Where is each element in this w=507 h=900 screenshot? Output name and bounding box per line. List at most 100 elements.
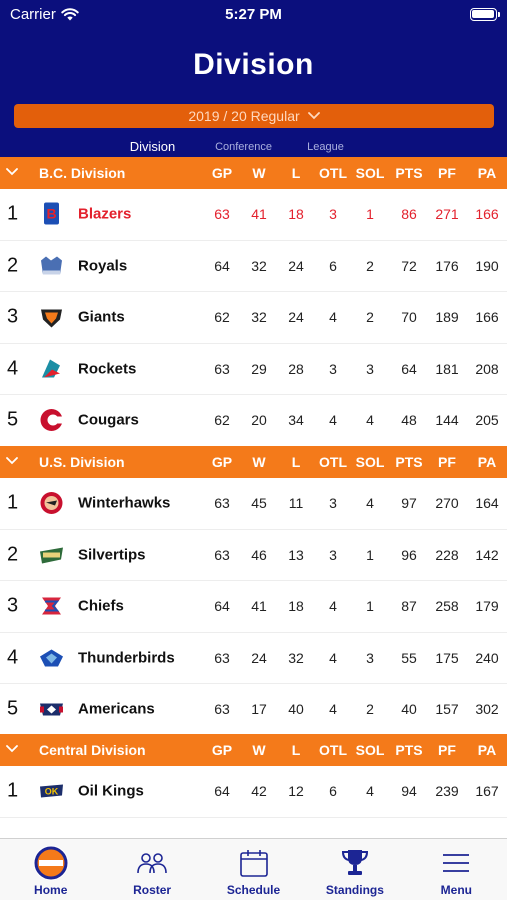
team-row[interactable]: 2 Silvertips 63 46 13 3 1 96 228 142 — [0, 529, 507, 581]
column-header-gp[interactable]: GP — [202, 165, 242, 181]
stat-l: 24 — [288, 309, 304, 326]
column-header-l[interactable]: L — [276, 742, 316, 758]
tabbar-standings[interactable]: Standings — [304, 839, 405, 900]
stat-pf: 270 — [435, 495, 459, 512]
stat-pf: 258 — [435, 598, 459, 615]
stat-gp: 62 — [214, 309, 230, 326]
tab-division[interactable]: Division — [116, 139, 190, 159]
column-header-otl[interactable]: OTL — [313, 165, 353, 181]
column-header-w[interactable]: W — [239, 165, 279, 181]
team-name: Royals — [78, 257, 128, 275]
americans-logo-icon — [40, 703, 63, 716]
column-header-l[interactable]: L — [276, 165, 316, 181]
stat-pts: 64 — [401, 360, 417, 377]
column-header-pa[interactable]: PA — [467, 454, 507, 470]
column-header-pf[interactable]: PF — [427, 454, 467, 470]
stat-otl: 6 — [329, 783, 337, 800]
stat-gp: 63 — [214, 546, 230, 563]
column-header-sol[interactable]: SOL — [350, 742, 390, 758]
tab-conference[interactable]: Conference — [190, 139, 298, 157]
column-header-pts[interactable]: PTS — [389, 454, 429, 470]
team-row[interactable]: 5 Cougars 62 20 34 4 4 48 144 205 — [0, 395, 507, 447]
stat-w: 17 — [251, 701, 267, 718]
column-header-pf[interactable]: PF — [427, 742, 467, 758]
stat-pf: 189 — [435, 309, 459, 326]
stat-pa: 164 — [475, 495, 499, 512]
column-header-otl[interactable]: OTL — [313, 454, 353, 470]
team-rank: 3 — [7, 305, 19, 328]
stat-l: 18 — [288, 598, 304, 615]
silvertips-logo-icon — [40, 547, 63, 564]
tab-bar: Home Roster Schedule Standings Menu — [0, 838, 507, 900]
division-name: Central Division — [39, 742, 146, 758]
tabbar-home[interactable]: Home — [0, 839, 101, 900]
column-header-pts[interactable]: PTS — [389, 742, 429, 758]
stat-pa: 167 — [475, 783, 499, 800]
stat-pa: 240 — [475, 649, 499, 666]
team-row[interactable]: 3 Giants 62 32 24 4 2 70 189 166 — [0, 292, 507, 344]
stat-pf: 176 — [435, 257, 459, 274]
division-header[interactable]: B.C. Division GP W L OTL SOL PTS PF PA — [0, 157, 507, 189]
column-header-sol[interactable]: SOL — [350, 165, 390, 181]
tabbar-roster-label: Roster — [133, 883, 172, 897]
column-header-pts[interactable]: PTS — [389, 165, 429, 181]
royals-logo-icon — [41, 256, 62, 275]
column-header-w[interactable]: W — [239, 454, 279, 470]
stat-pts: 55 — [401, 649, 417, 666]
stat-pts: 40 — [401, 701, 417, 718]
stat-pf: 144 — [435, 412, 459, 429]
tabbar-menu-label: Menu — [440, 883, 472, 897]
tabbar-roster[interactable]: Roster — [101, 839, 202, 900]
tabbar-schedule[interactable]: Schedule — [203, 839, 304, 900]
team-row[interactable]: 1 B Blazers 63 41 18 3 1 86 271 166 — [0, 189, 507, 241]
stat-pf: 181 — [435, 360, 459, 377]
season-dropdown[interactable]: 2019 / 20 Regular — [14, 104, 494, 128]
team-row[interactable]: 1 Winterhawks 63 45 11 3 4 97 270 164 — [0, 478, 507, 530]
division-header[interactable]: Central Division GP W L OTL SOL PTS PF PA — [0, 734, 507, 766]
stat-l: 18 — [288, 206, 304, 223]
stat-otl: 3 — [329, 360, 337, 377]
roster-icon — [137, 853, 167, 874]
wifi-icon — [61, 7, 79, 20]
stat-sol: 3 — [366, 360, 374, 377]
stat-pa: 142 — [475, 546, 499, 563]
team-row[interactable]: 3 Chiefs 64 41 18 4 1 87 258 179 — [0, 581, 507, 633]
menu-icon — [443, 854, 470, 872]
team-row[interactable]: 1 OK Oil Kings 64 42 12 6 4 94 239 167 — [0, 766, 507, 818]
stat-l: 11 — [288, 495, 304, 512]
division-header[interactable]: U.S. Division GP W L OTL SOL PTS PF PA — [0, 446, 507, 478]
team-rank: 5 — [7, 697, 19, 720]
tab-league[interactable]: League — [298, 139, 354, 157]
team-rank: 4 — [7, 357, 19, 380]
team-row[interactable]: 5 Americans 63 17 40 4 2 40 157 302 — [0, 684, 507, 736]
column-header-otl[interactable]: OTL — [313, 742, 353, 758]
team-rank: 3 — [7, 594, 19, 617]
team-row[interactable]: 2 Royals 64 32 24 6 2 72 176 190 — [0, 240, 507, 292]
stat-sol: 4 — [366, 412, 374, 429]
column-header-l[interactable]: L — [276, 454, 316, 470]
stat-l: 12 — [288, 783, 304, 800]
column-header-pa[interactable]: PA — [467, 165, 507, 181]
division-name: U.S. Division — [39, 454, 125, 470]
column-header-pa[interactable]: PA — [467, 742, 507, 758]
stat-sol: 2 — [366, 701, 374, 718]
team-name: Silvertips — [78, 546, 146, 564]
column-header-gp[interactable]: GP — [202, 742, 242, 758]
column-header-w[interactable]: W — [239, 742, 279, 758]
stat-pts: 70 — [401, 309, 417, 326]
column-header-sol[interactable]: SOL — [350, 454, 390, 470]
stat-l: 28 — [288, 360, 304, 377]
team-row[interactable]: 4 Thunderbirds 63 24 32 4 3 55 175 240 — [0, 632, 507, 684]
giants-logo-icon — [41, 309, 62, 328]
column-header-pf[interactable]: PF — [427, 165, 467, 181]
team-row[interactable]: 4 Rockets 63 29 28 3 3 64 181 208 — [0, 343, 507, 395]
team-rank: 1 — [7, 491, 19, 514]
tabbar-menu[interactable]: Menu — [406, 839, 507, 900]
stat-gp: 62 — [214, 412, 230, 429]
stat-otl: 4 — [329, 309, 337, 326]
team-name: Cougars — [78, 411, 139, 429]
carrier-label: Carrier — [10, 5, 56, 23]
stat-sol: 1 — [366, 546, 374, 563]
column-header-gp[interactable]: GP — [202, 454, 242, 470]
stat-pts: 48 — [401, 412, 417, 429]
